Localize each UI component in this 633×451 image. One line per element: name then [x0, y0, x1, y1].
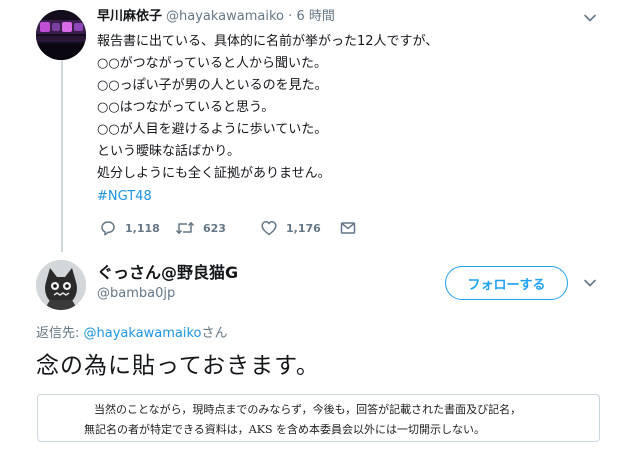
- reply-prefix: 返信先:: [36, 326, 84, 341]
- direct-message-button[interactable]: [339, 218, 365, 238]
- avatar[interactable]: [36, 260, 86, 310]
- author-handle[interactable]: @bamba0jp: [97, 286, 175, 302]
- document-text-line: 当然のことながら，現時点までのみならず，今後も，回答が記載された書面及び記名，: [94, 403, 522, 416]
- reply-suffix: さん: [201, 326, 228, 341]
- tweet-text-line: ○○っぽい子が男の人といるのを見た。: [97, 78, 328, 93]
- tweet-text-line: 報告書に出ている、具体的に名前が挙がった12人ですが、: [97, 34, 439, 49]
- tweet-text-line: ○○がつながっていると人から聞いた。: [97, 56, 328, 71]
- separator-dot: ·: [288, 9, 293, 24]
- tweet-text-line: 処分しようにも全く証拠がありません。: [97, 166, 331, 181]
- reply-icon: [99, 219, 125, 237]
- like-button[interactable]: 1,176: [260, 218, 321, 238]
- reply-context: 返信先: @hayakawamaikoさん: [36, 326, 228, 342]
- chevron-down-icon[interactable]: [583, 11, 597, 25]
- retweet-icon: [175, 219, 203, 237]
- reply-button[interactable]: 1,118: [99, 218, 160, 238]
- like-icon: [260, 219, 286, 237]
- document-text-line: 無記名の者が特定できる資料は，AKS を含め本委員会以外には一切開示しない。: [84, 423, 485, 436]
- reply-mention-link[interactable]: @hayakawamaiko: [84, 326, 202, 341]
- tweet-text: 報告書に出ている、具体的に名前が挙がった12人ですが、 ○○がつながっていると人…: [97, 31, 597, 185]
- author-handle[interactable]: @hayakawamaiko: [166, 9, 284, 24]
- tweet-header: 早川麻依子 @hayakawamaiko · 6 時間: [97, 9, 335, 25]
- like-count: 1,176: [286, 221, 321, 235]
- hashtag-link[interactable]: #NGT48: [97, 186, 152, 208]
- tweet-text-line: ○○が人目を避けるように歩いていた。: [97, 122, 328, 137]
- tweet-timestamp[interactable]: 6 時間: [296, 9, 334, 24]
- tweet-text: 念の為に貼っておきます。: [36, 353, 320, 379]
- avatar[interactable]: [36, 10, 86, 60]
- tweet-text-line: という曖昧な話ばかり。: [97, 144, 241, 159]
- retweet-count: 623: [203, 221, 226, 235]
- chevron-down-icon[interactable]: [583, 276, 597, 290]
- message-icon: [339, 219, 365, 237]
- author-name[interactable]: ぐっさん@野良猫G: [97, 262, 238, 284]
- author-name[interactable]: 早川麻依子: [97, 9, 162, 24]
- attached-image[interactable]: 当然のことながら，現時点までのみならず，今後も，回答が記載された書面及び記名， …: [37, 394, 600, 442]
- follow-button[interactable]: フォローする: [445, 266, 568, 300]
- tweet-text-line: ○○はつながっていると思う。: [97, 100, 275, 115]
- reply-count: 1,118: [125, 221, 160, 235]
- retweet-button[interactable]: 623: [175, 218, 226, 238]
- tweet-1: 早川麻依子 @hayakawamaiko · 6 時間 報告書に出ている、具体的に…: [0, 0, 633, 252]
